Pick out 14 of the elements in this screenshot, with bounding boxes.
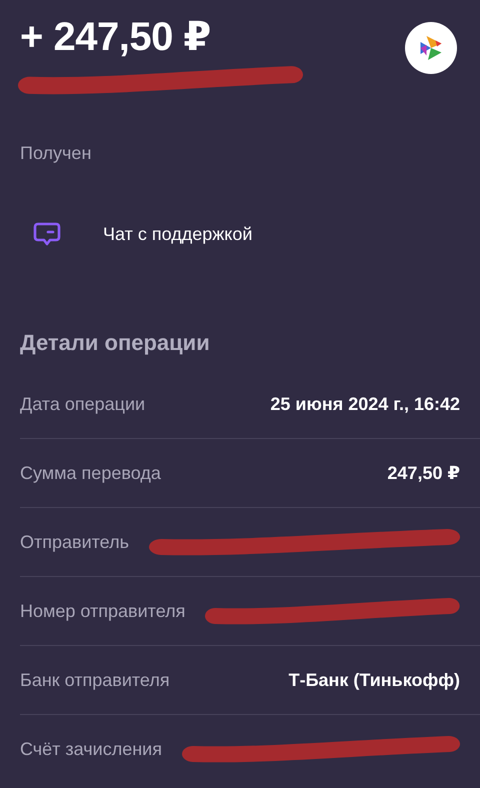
detail-value: 247,50 ₽ — [387, 462, 460, 484]
amount-text: + 247,50 ₽ — [20, 14, 212, 61]
detail-label: Сумма перевода — [20, 462, 161, 484]
detail-value: Т-Банк (Тинькофф) — [288, 670, 460, 690]
detail-label: Счёт зачисления — [20, 738, 162, 760]
support-chat-link[interactable]: Чат с поддержкой — [103, 224, 252, 244]
detail-value: 25 июня 2024 г., 16:42 — [270, 394, 460, 414]
detail-label: Отправитель — [20, 532, 129, 552]
section-title: Детали операции — [20, 330, 211, 356]
detail-label: Банк отправителя — [20, 670, 170, 690]
detail-label: Номер отправителя — [20, 600, 186, 622]
status-text: Получен — [20, 143, 92, 164]
detail-label: Дата операции — [20, 394, 146, 414]
logo-icon — [405, 22, 457, 74]
